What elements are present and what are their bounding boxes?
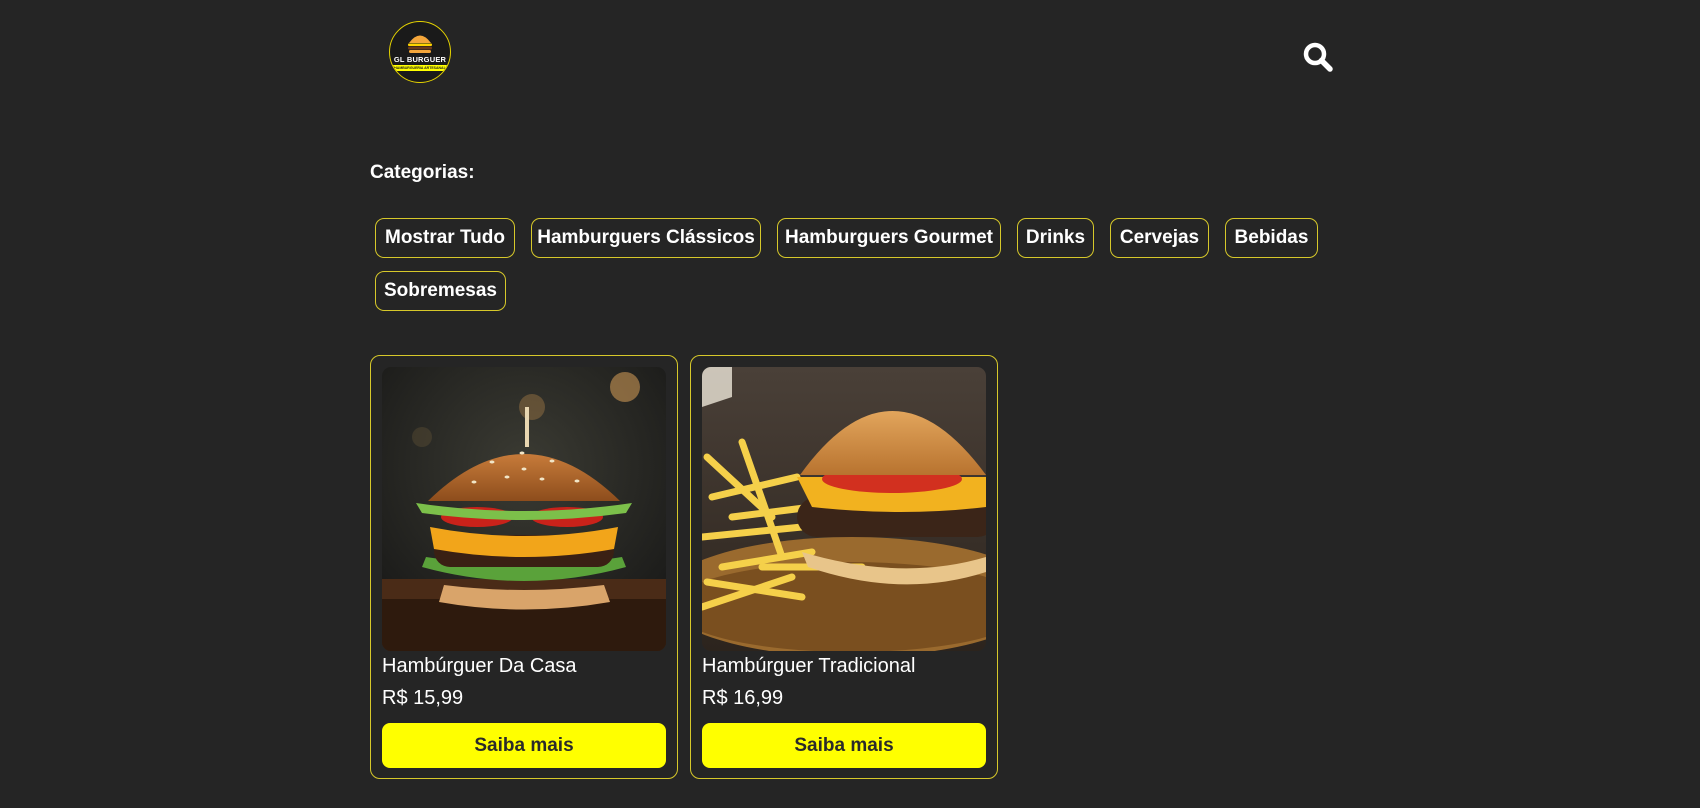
product-name: Hambúrguer Da Casa bbox=[382, 655, 577, 677]
burger-fries-photo-icon bbox=[702, 367, 986, 651]
categories-title: Categorias: bbox=[370, 162, 475, 183]
product-image[interactable] bbox=[702, 367, 986, 651]
search-button[interactable] bbox=[1300, 39, 1336, 75]
burger-logo-icon bbox=[408, 35, 432, 53]
saiba-mais-button[interactable]: Saiba mais bbox=[702, 723, 986, 768]
category-cervejas[interactable]: Cervejas bbox=[1110, 218, 1209, 258]
logo-name: GL BURGUER bbox=[393, 55, 447, 64]
search-icon bbox=[1303, 42, 1333, 72]
product-image[interactable] bbox=[382, 367, 666, 651]
brand-logo[interactable]: GL BURGUER HAMBURGUERIA ARTESANAL bbox=[389, 21, 451, 83]
category-mostrar-tudo[interactable]: Mostrar Tudo bbox=[375, 218, 515, 258]
product-card: Hambúrguer Tradicional R$ 16,99 Saiba ma… bbox=[690, 355, 998, 779]
category-hamburguers-gourmet[interactable]: Hamburguers Gourmet bbox=[777, 218, 1001, 258]
category-drinks[interactable]: Drinks bbox=[1017, 218, 1094, 258]
saiba-mais-button[interactable]: Saiba mais bbox=[382, 723, 666, 768]
product-price: R$ 16,99 bbox=[702, 687, 784, 709]
category-bebidas[interactable]: Bebidas bbox=[1225, 218, 1318, 258]
logo-tagline: HAMBURGUERIA ARTESANAL bbox=[392, 65, 448, 71]
category-sobremesas[interactable]: Sobremesas bbox=[375, 271, 506, 311]
product-price: R$ 15,99 bbox=[382, 687, 464, 709]
product-name: Hambúrguer Tradicional bbox=[702, 655, 916, 677]
category-hamburguers-classicos[interactable]: Hamburguers Clássicos bbox=[531, 218, 761, 258]
product-card: Hambúrguer Da Casa R$ 15,99 Saiba mais bbox=[370, 355, 678, 779]
site-header: GL BURGUER HAMBURGUERIA ARTESANAL bbox=[0, 0, 1700, 110]
burger-photo-icon bbox=[382, 367, 666, 651]
